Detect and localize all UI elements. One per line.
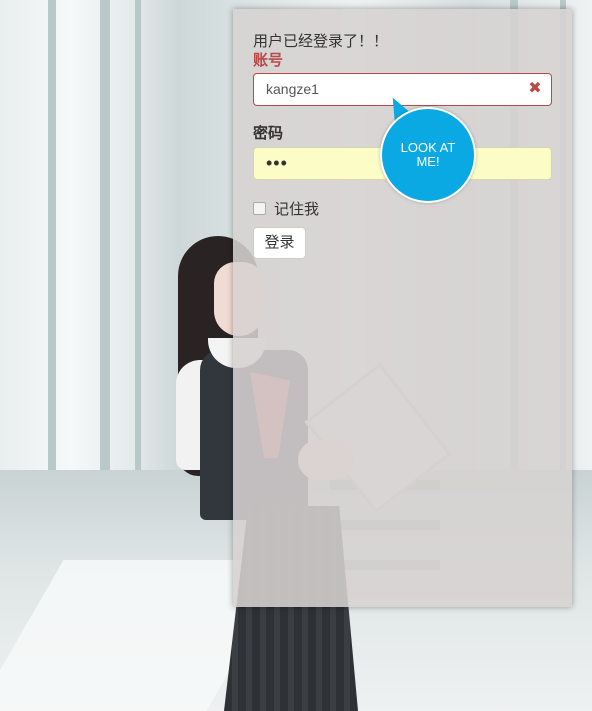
window-frame	[100, 0, 110, 520]
clear-icon[interactable]: ✖	[527, 81, 543, 97]
login-button[interactable]: 登录	[253, 227, 306, 259]
window-frame	[135, 0, 141, 500]
account-label: 账号	[253, 52, 284, 69]
tooltip-text: LOOK AT ME!	[400, 140, 456, 169]
password-label: 密码	[253, 125, 284, 142]
remember-me[interactable]: 记住我	[253, 198, 319, 219]
remember-me-checkbox[interactable]	[253, 202, 266, 215]
account-value: kangze1	[266, 81, 319, 97]
account-input[interactable]: kangze1 ✖	[253, 73, 552, 106]
password-value: •••	[266, 153, 288, 173]
remember-me-label[interactable]: 记住我	[274, 198, 319, 219]
tooltip-bubble: LOOK AT ME!	[380, 107, 476, 203]
login-panel: 用户已经登录了！！ 账号 kangze1 ✖ 密码 ••• 记住我 登录	[233, 9, 572, 607]
login-status-message: 用户已经登录了！！	[253, 33, 389, 50]
